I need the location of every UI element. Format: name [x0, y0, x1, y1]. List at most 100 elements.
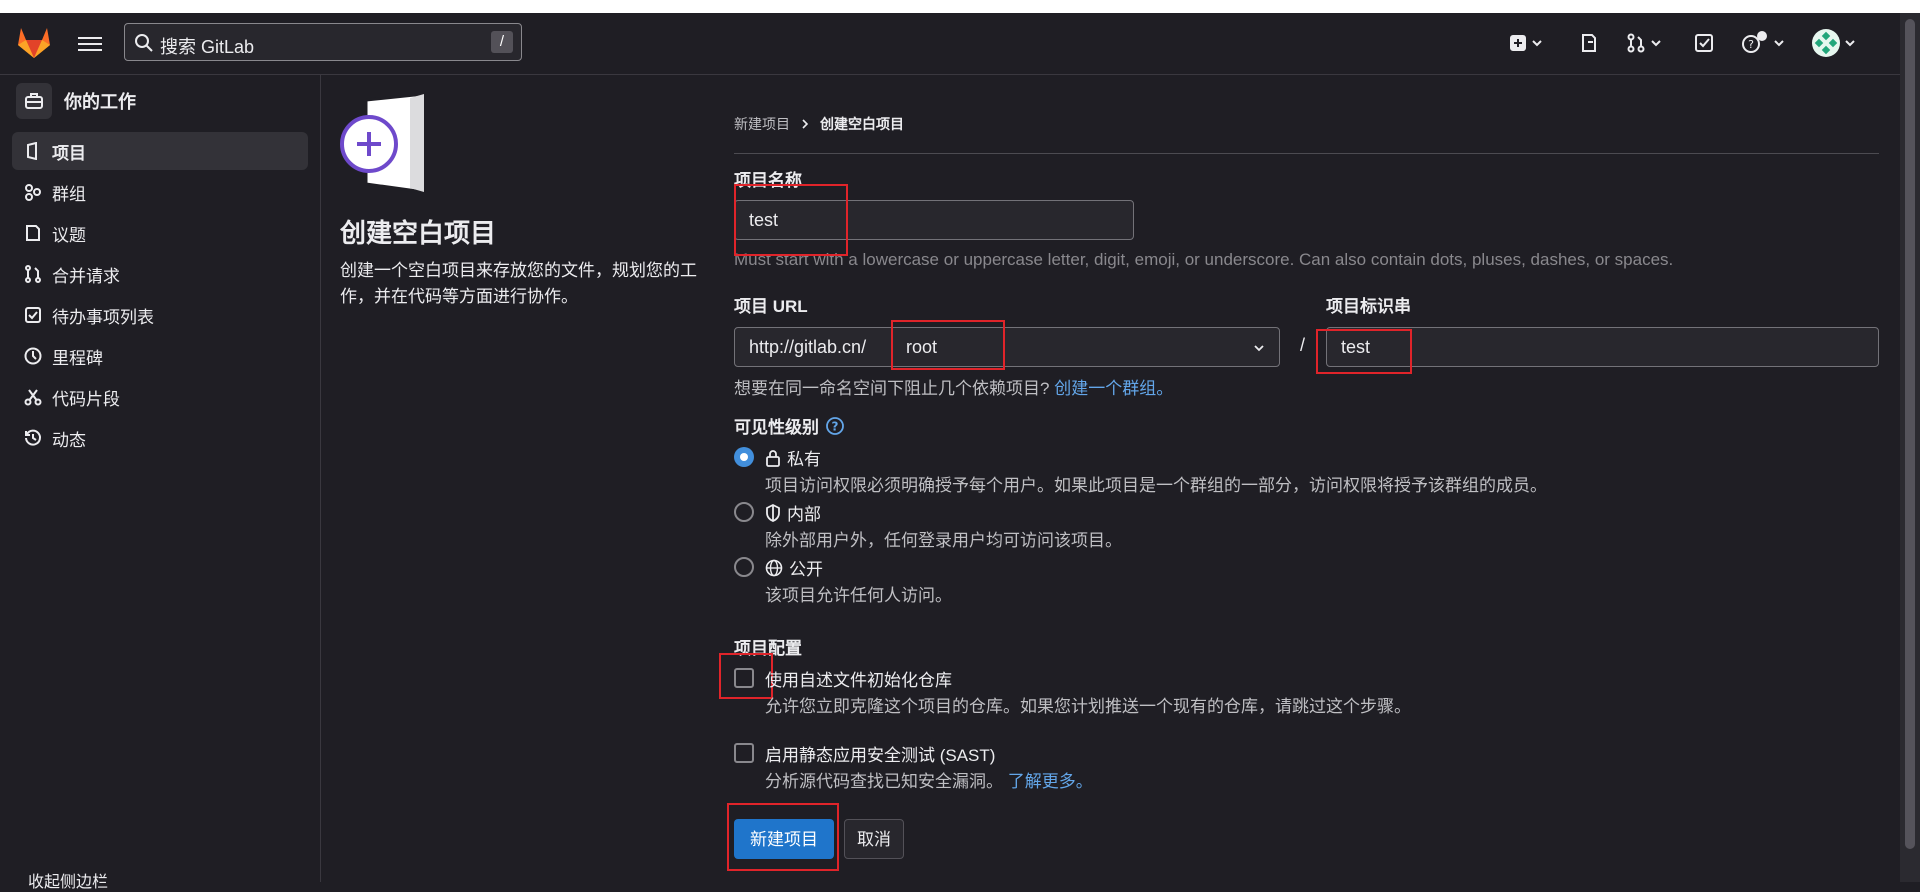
- visibility-heading: 可见性级别 ?: [734, 413, 845, 438]
- chevron-down-icon: [1532, 40, 1542, 47]
- search-placeholder: 搜索 GitLab: [160, 37, 255, 57]
- issues-icon: [26, 225, 40, 241]
- sidebar-item-todos[interactable]: 待办事项列表: [12, 296, 308, 334]
- chevron-down-icon: [1845, 40, 1855, 47]
- merge-requests-button[interactable]: [1626, 31, 1662, 55]
- sidebar-item-snippets[interactable]: 代码片段: [12, 378, 308, 416]
- todo-check-icon: [1695, 34, 1713, 52]
- collapse-sidebar-button[interactable]: 收起侧边栏: [28, 868, 108, 892]
- sidebar-item-issues[interactable]: 议题: [12, 214, 308, 252]
- collapse-sidebar-label: 收起侧边栏: [28, 874, 109, 891]
- gitlab-logo-icon[interactable]: [16, 25, 52, 64]
- breadcrumb-current: 创建空白项目: [820, 116, 904, 132]
- chevron-down-icon: [1774, 40, 1784, 47]
- readme-checkbox[interactable]: [734, 668, 754, 688]
- project-url-label: 项目 URL: [734, 297, 808, 316]
- sidebar-item-label: 合并请求: [52, 266, 120, 286]
- visibility-internal-radio[interactable]: [734, 502, 754, 522]
- chevron-right-icon: [802, 119, 809, 129]
- create-project-button[interactable]: 新建项目: [734, 819, 834, 859]
- visibility-private-label: 私有: [787, 450, 821, 469]
- sidebar-item-groups[interactable]: 群组: [12, 173, 308, 211]
- issues-icon: [1582, 34, 1596, 52]
- page-title: 创建空白项目: [340, 218, 497, 248]
- sast-checkbox[interactable]: [734, 743, 754, 763]
- milestone-icon: [24, 347, 42, 365]
- project-icon: [27, 142, 37, 160]
- sidebar-item-label: 项目: [52, 143, 86, 163]
- search-icon: [135, 34, 153, 52]
- svg-text:?: ?: [1748, 38, 1754, 51]
- namespace-select[interactable]: root: [891, 327, 1280, 367]
- sast-desc: 分析源代码查找已知安全漏洞。 了解更多。: [765, 767, 1093, 792]
- globe-icon: [765, 559, 783, 576]
- sidebar-item-label: 里程碑: [52, 348, 103, 368]
- readme-option-label[interactable]: 使用自述文件初始化仓库: [765, 666, 952, 691]
- scrollbar-thumb[interactable]: [1905, 19, 1915, 849]
- visibility-private-desc: 项目访问权限必须明确授予每个用户。如果此项目是一个群组的一部分，访问权限将授予该…: [765, 476, 1547, 495]
- plus-square-icon: [1510, 35, 1526, 51]
- breadcrumb: 新建项目 创建空白项目: [734, 114, 904, 134]
- sidebar-item-label: 动态: [52, 430, 86, 450]
- visibility-private-radio[interactable]: [734, 447, 754, 467]
- shield-icon: [766, 503, 780, 522]
- visibility-public-radio[interactable]: [734, 557, 754, 577]
- chevron-down-icon: [1254, 345, 1264, 352]
- project-slug-input[interactable]: test: [1326, 327, 1879, 367]
- sidebar-context-header[interactable]: 你的工作: [16, 83, 136, 119]
- sidebar-item-activity[interactable]: 动态: [12, 419, 308, 457]
- divider: [734, 153, 1879, 154]
- visibility-internal-option[interactable]: 内部: [765, 500, 821, 525]
- todo-icon: [25, 307, 41, 323]
- visibility-label: 可见性级别: [734, 418, 819, 437]
- sast-learn-more-link[interactable]: 了解更多。: [1008, 772, 1093, 791]
- todos-button[interactable]: [1694, 31, 1714, 55]
- help-question-icon[interactable]: ?: [825, 416, 845, 436]
- search-shortcut-key: /: [491, 31, 513, 53]
- project-config-label: 项目配置: [734, 639, 802, 658]
- create-new-button[interactable]: [1509, 31, 1543, 55]
- cancel-button[interactable]: 取消: [844, 819, 904, 859]
- issues-button[interactable]: [1579, 31, 1599, 55]
- briefcase-icon: [16, 83, 52, 119]
- project-name-input[interactable]: test: [734, 200, 1134, 240]
- search-input[interactable]: 搜索 GitLab /: [124, 23, 522, 61]
- top-bar: 搜索 GitLab / ?: [0, 13, 1900, 75]
- help-button[interactable]: ?: [1741, 31, 1785, 55]
- new-project-illustration: [340, 92, 450, 207]
- visibility-internal-desc: 除外部用户外，任何登录用户均可访问该项目。: [765, 531, 1122, 550]
- sidebar: 你的工作 项目 群组 议题 合并请求 待办事项列表 里程碑 代码片段 动态 收起…: [0, 75, 321, 891]
- url-slash: /: [1300, 335, 1306, 355]
- page-scrollbar[interactable]: [1900, 13, 1920, 882]
- merge-request-icon: [1627, 33, 1645, 53]
- project-url-prefix: http://gitlab.cn/: [734, 327, 892, 367]
- sidebar-item-merge-requests[interactable]: 合并请求: [12, 255, 308, 293]
- snippet-icon: [24, 389, 42, 406]
- svg-text:?: ?: [832, 419, 839, 433]
- sidebar-item-label: 代码片段: [52, 389, 120, 409]
- sidebar-item-projects[interactable]: 项目: [12, 132, 308, 170]
- sidebar-item-label: 待办事项列表: [52, 307, 154, 327]
- activity-icon: [25, 429, 41, 446]
- sast-option-label[interactable]: 启用静态应用安全测试 (SAST): [765, 741, 995, 766]
- create-group-link[interactable]: 创建一个群组。: [1054, 379, 1173, 398]
- group-hint: 想要在同一命名空间下阻止几个依赖项目? 创建一个群组。: [734, 374, 1173, 399]
- sidebar-item-label: 群组: [52, 184, 86, 204]
- menu-hamburger-icon[interactable]: [78, 33, 102, 53]
- visibility-private-option[interactable]: 私有: [765, 445, 821, 470]
- visibility-internal-label: 内部: [787, 505, 821, 524]
- help-question-icon: ?: [1742, 31, 1767, 53]
- namespace-value: root: [906, 337, 938, 357]
- visibility-public-option[interactable]: 公开: [765, 555, 823, 580]
- visibility-public-desc: 该项目允许任何人访问。: [765, 586, 952, 605]
- window-top-strip: [0, 0, 1920, 13]
- group-hint-text: 想要在同一命名空间下阻止几个依赖项目?: [734, 379, 1050, 398]
- sast-desc-text: 分析源代码查找已知安全漏洞。: [765, 772, 1003, 791]
- chevron-down-icon: [1651, 40, 1661, 47]
- sidebar-item-milestones[interactable]: 里程碑: [12, 337, 308, 375]
- avatar: [1812, 29, 1840, 57]
- project-name-help: Must start with a lowercase or uppercase…: [734, 250, 1674, 269]
- user-menu-button[interactable]: [1812, 29, 1856, 57]
- lock-icon: [766, 449, 780, 467]
- breadcrumb-parent-link[interactable]: 新建项目: [734, 114, 790, 134]
